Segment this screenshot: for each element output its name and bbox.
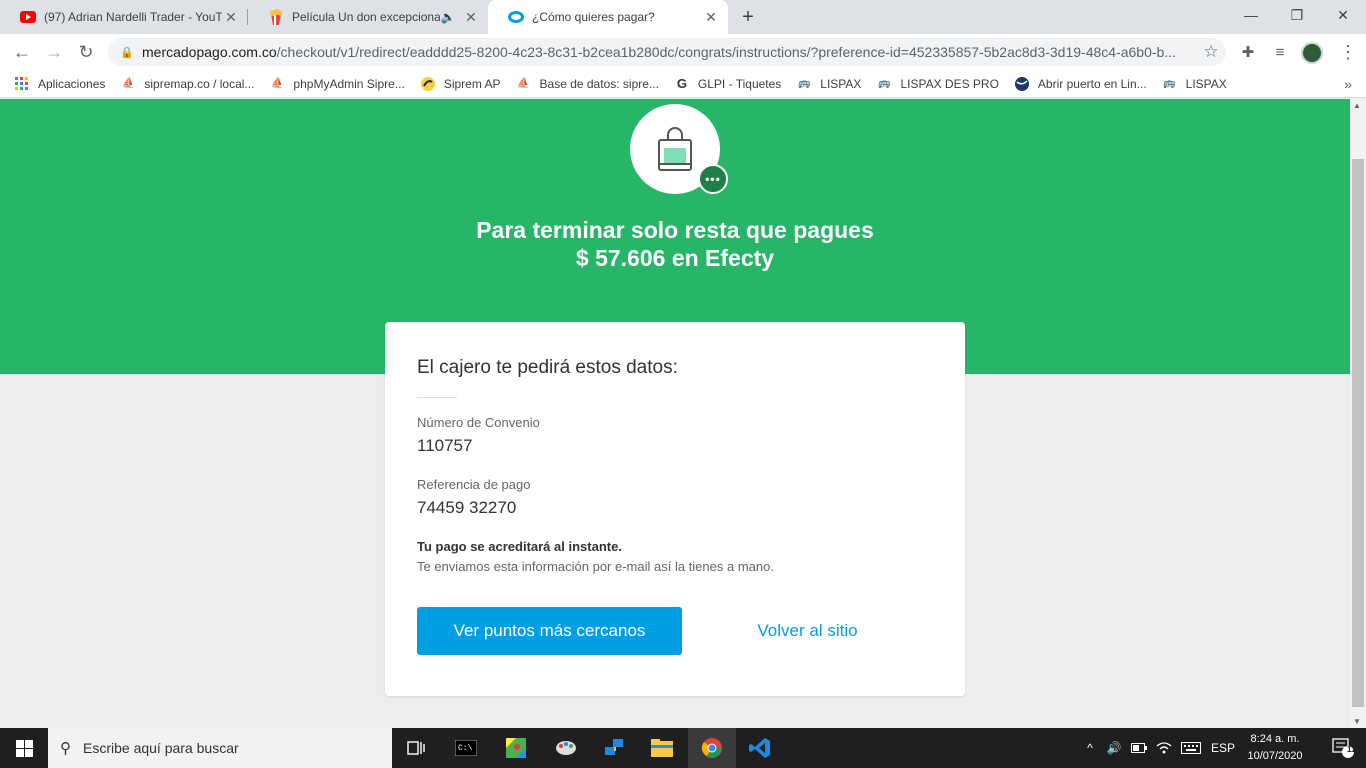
glpi-icon: G bbox=[676, 76, 687, 91]
ver-puntos-button[interactable]: Ver puntos más cercanos bbox=[417, 607, 682, 655]
bookmark-abrir-puerto[interactable]: Abrir puerto en Lin... bbox=[1014, 76, 1147, 92]
menu-icon[interactable]: ⋮ bbox=[1334, 38, 1362, 66]
notification-count: 11 bbox=[1347, 745, 1356, 754]
bookmark-phpmyadmin[interactable]: ⛵ phpMyAdmin Sipre... bbox=[269, 76, 405, 92]
new-tab-button[interactable]: + bbox=[737, 6, 759, 28]
avatar[interactable] bbox=[1301, 42, 1323, 64]
network-computer-icon[interactable] bbox=[590, 728, 638, 768]
tab-title: (97) Adrian Nardelli Trader - YouTube bbox=[44, 10, 222, 24]
scroll-down-icon[interactable]: ▼ bbox=[1353, 717, 1361, 726]
payment-instructions-card: El cajero te pedirá estos datos: Número … bbox=[385, 322, 965, 696]
divider bbox=[417, 397, 457, 398]
popcorn-icon bbox=[268, 9, 284, 25]
volver-al-sitio-link[interactable]: Volver al sitio bbox=[725, 607, 890, 655]
wifi-icon[interactable] bbox=[1152, 728, 1176, 768]
extensions-icon[interactable]: ✚ bbox=[1234, 38, 1262, 66]
bookmark-aplicaciones[interactable]: Aplicaciones bbox=[14, 76, 105, 92]
address-bar[interactable]: 🔒 mercadopago.com.co/checkout/v1/redirec… bbox=[108, 38, 1226, 66]
back-icon[interactable]: ← bbox=[8, 38, 36, 66]
bookmarks-bar: Aplicaciones ⛵ sipremap.co / local... ⛵ … bbox=[0, 70, 1366, 98]
bookmark-sipremap[interactable]: ⛵ sipremap.co / local... bbox=[120, 76, 254, 92]
media-control-icon[interactable]: ≡ bbox=[1266, 38, 1294, 66]
lock-icon[interactable]: 🔒 bbox=[120, 46, 134, 59]
bus-icon: 🚌 bbox=[798, 78, 811, 89]
chrome-icon[interactable] bbox=[688, 728, 736, 768]
pma-icon: ⛵ bbox=[122, 78, 135, 89]
payment-note-strong: Tu pago se acreditará al instante. bbox=[417, 539, 622, 554]
bookmark-star-icon[interactable]: ☆ bbox=[1196, 42, 1226, 62]
pma-icon: ⛵ bbox=[271, 78, 284, 89]
bookmark-siprem-ap[interactable]: Siprem AP bbox=[420, 76, 501, 92]
page-scrollbar[interactable]: ▲ ▼ bbox=[1350, 99, 1366, 728]
globe-icon bbox=[1014, 76, 1030, 92]
windows-taskbar: ⚲ Escribe aquí para buscar C:\ ^ 🔊 ESP 8… bbox=[0, 728, 1366, 768]
browser-toolbar: ← → ↻ 🔒 mercadopago.com.co/checkout/v1/r… bbox=[0, 34, 1366, 70]
url-text[interactable]: mercadopago.com.co/checkout/v1/redirect/… bbox=[142, 44, 1196, 60]
card-heading: El cajero te pedirá estos datos: bbox=[417, 357, 678, 378]
paint-icon[interactable] bbox=[542, 728, 590, 768]
maps-icon[interactable] bbox=[492, 728, 540, 768]
tab-title: ¿Cómo quieres pagar? bbox=[532, 10, 655, 24]
notification-icon[interactable]: 11 bbox=[1320, 728, 1366, 768]
search-icon: ⚲ bbox=[60, 740, 71, 757]
tab-pelicula[interactable]: Película Un don excepcional 🔈 ✕ bbox=[248, 0, 488, 34]
forward-icon[interactable]: → bbox=[40, 38, 68, 66]
keyboard-icon[interactable] bbox=[1178, 728, 1204, 768]
windows-start-icon[interactable] bbox=[0, 728, 48, 768]
referencia-value: 74459 32270 bbox=[417, 498, 517, 517]
pma-icon: ⛵ bbox=[517, 78, 530, 89]
page-viewport: ••• Para terminar solo resta que pagues … bbox=[0, 99, 1350, 728]
chevron-right-icon[interactable]: » bbox=[1344, 76, 1352, 92]
task-view-icon[interactable] bbox=[392, 728, 440, 768]
bookmark-lispax[interactable]: 🚌 LISPAX bbox=[796, 76, 861, 92]
scroll-thumb[interactable] bbox=[1352, 159, 1364, 707]
minimize-button[interactable]: — bbox=[1228, 0, 1274, 30]
youtube-icon bbox=[20, 9, 36, 25]
bookmark-base-de-datos[interactable]: ⛵ Base de datos: sipre... bbox=[516, 76, 659, 92]
close-tab-icon[interactable]: ✕ bbox=[222, 8, 240, 26]
svg-text:C:\: C:\ bbox=[458, 744, 473, 753]
file-explorer-icon[interactable] bbox=[638, 728, 686, 768]
taskbar-search-input[interactable]: ⚲ Escribe aquí para buscar bbox=[48, 728, 392, 768]
terminal-icon[interactable]: C:\ bbox=[442, 728, 490, 768]
chevron-up-icon[interactable]: ^ bbox=[1080, 728, 1100, 768]
clock[interactable]: 8:24 a. m. 10/07/2020 bbox=[1240, 731, 1310, 765]
bus-icon: 🚌 bbox=[878, 78, 891, 89]
bookmark-glpi[interactable]: G GLPI - Tiquetes bbox=[674, 76, 781, 92]
tab-strip: (97) Adrian Nardelli Trader - YouTube ✕ … bbox=[0, 0, 1366, 34]
mercadopago-icon bbox=[508, 9, 524, 25]
restore-button[interactable]: ❐ bbox=[1274, 0, 1320, 30]
convenio-label: Número de Convenio bbox=[417, 415, 540, 430]
language-indicator[interactable]: ESP bbox=[1206, 728, 1240, 768]
bookmark-lispax-des-pro[interactable]: 🚌 LISPAX DES PRO bbox=[876, 76, 999, 92]
vscode-icon[interactable] bbox=[736, 728, 784, 768]
speaker-icon[interactable]: 🔈 bbox=[440, 9, 456, 25]
payment-note: Te enviamos esta información por e-mail … bbox=[417, 559, 774, 574]
referencia-label: Referencia de pago bbox=[417, 477, 531, 492]
apps-grid-icon bbox=[14, 76, 30, 92]
bookmark-lispax-2[interactable]: 🚌 LISPAX bbox=[1162, 76, 1226, 92]
battery-icon[interactable] bbox=[1128, 728, 1150, 768]
tab-title: Película Un don excepcional bbox=[292, 10, 440, 24]
pending-dots-icon: ••• bbox=[698, 164, 728, 194]
close-tab-icon[interactable]: ✕ bbox=[462, 8, 480, 26]
reload-icon[interactable]: ↻ bbox=[72, 38, 100, 66]
tab-como-quieres-pagar[interactable]: ¿Cómo quieres pagar? ✕ bbox=[488, 0, 728, 34]
close-tab-icon[interactable]: ✕ bbox=[702, 8, 720, 26]
volume-icon[interactable]: 🔊 bbox=[1102, 728, 1126, 768]
scroll-up-icon[interactable]: ▲ bbox=[1353, 101, 1361, 110]
siprem-icon bbox=[420, 76, 436, 92]
convenio-value: 110757 bbox=[417, 436, 473, 455]
close-window-button[interactable]: ✕ bbox=[1320, 0, 1366, 30]
bus-icon: 🚌 bbox=[1163, 78, 1176, 89]
tab-youtube[interactable]: (97) Adrian Nardelli Trader - YouTube ✕ bbox=[0, 0, 248, 34]
page-title: Para terminar solo resta que pagues $ 57… bbox=[476, 217, 874, 271]
